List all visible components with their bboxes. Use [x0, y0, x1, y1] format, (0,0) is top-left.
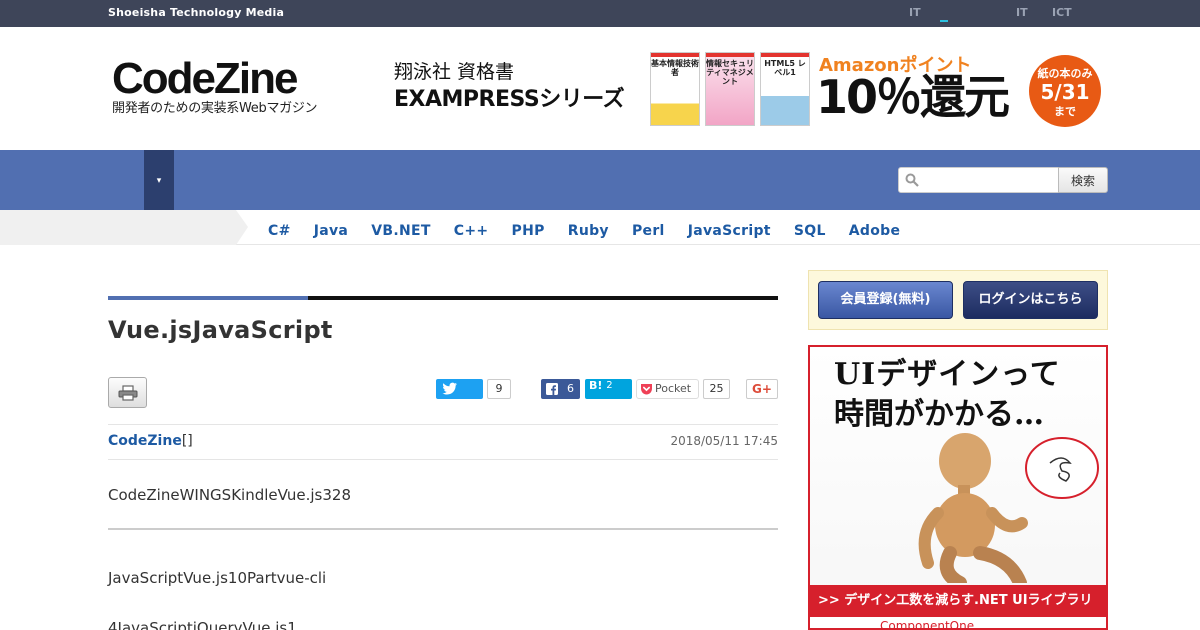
- category-nav-arrow: [236, 210, 248, 245]
- article-title: Vue.jsJavaScript: [108, 316, 333, 344]
- logo-tagline: 開発者のための実装系Webマガジン: [112, 101, 318, 116]
- printer-icon: [118, 385, 138, 401]
- banner-badge: 紙の本のみ 5/31 まで: [1029, 55, 1101, 127]
- header-ad-banner[interactable]: 翔泳社 資格書 EXAMPRESSシリーズ 基本情報技術者 情報セキュリティマネ…: [392, 49, 1104, 129]
- article-paragraph: JavaScriptVue.js10Partvue-cli: [108, 569, 327, 587]
- pocket-label: Pocket: [655, 382, 692, 395]
- hatena-count: 2: [606, 380, 613, 391]
- category-link-adobe[interactable]: Adobe: [849, 223, 901, 239]
- publish-date: 2018/05/11 17:45: [670, 434, 778, 448]
- hatena-bookmark-button[interactable]: B! 2: [585, 379, 632, 399]
- article-top-rule: [108, 296, 778, 300]
- article-meta: CodeZine[] 2018/05/11 17:45: [108, 424, 778, 460]
- category-link-vbnet[interactable]: VB.NET: [371, 223, 430, 239]
- hatena-icon: B!: [589, 379, 603, 392]
- topbar-link-ict[interactable]: ICT: [1052, 6, 1072, 19]
- category-link-cpp[interactable]: C++: [454, 223, 489, 239]
- article-lead: CodeZineWINGSKindleVue.js328: [108, 486, 351, 504]
- search-icon: [905, 173, 919, 187]
- banner-percent: 10％還元: [816, 70, 1010, 124]
- facebook-share-count: 6: [567, 382, 574, 395]
- ad-footer-brand: ComponentOne: [810, 617, 1106, 628]
- banner-series: EXAMPRESSシリーズ: [394, 87, 625, 112]
- pocket-button[interactable]: Pocket: [636, 379, 699, 399]
- google-plus-button[interactable]: G+: [746, 379, 778, 399]
- site-logo[interactable]: CodeZine 開発者のための実装系Webマガジン: [112, 57, 342, 117]
- topbar-link-it-2[interactable]: IT: [1016, 6, 1028, 19]
- publisher-brand-link[interactable]: Shoeisha Technology Media: [108, 6, 284, 19]
- register-button[interactable]: 会員登録(無料): [818, 281, 953, 319]
- print-button[interactable]: [108, 377, 147, 408]
- category-link-csharp[interactable]: C#: [268, 223, 291, 239]
- category-link-sql[interactable]: SQL: [794, 223, 826, 239]
- lead-divider: [108, 528, 778, 530]
- book-cover-3: HTML5 レベル1: [760, 52, 810, 126]
- category-link-perl[interactable]: Perl: [632, 223, 665, 239]
- member-box: 会員登録(無料) ログインはこちら: [808, 270, 1108, 330]
- category-nav: C# Java VB.NET C++ PHP Ruby Perl JavaScr…: [0, 210, 1200, 245]
- category-link-php[interactable]: PHP: [512, 223, 545, 239]
- book-cover-2: 情報セキュリティマネジメント: [705, 52, 755, 126]
- category-link-javascript[interactable]: JavaScript: [688, 223, 771, 239]
- pocket-icon: [641, 384, 652, 395]
- category-link-ruby[interactable]: Ruby: [568, 223, 609, 239]
- search-input[interactable]: [898, 167, 1059, 193]
- category-nav-spacer: [0, 210, 236, 245]
- site-header: CodeZine 開発者のための実装系Webマガジン 翔泳社 資格書 EXAMP…: [0, 27, 1200, 150]
- banner-publisher: 翔泳社 資格書: [394, 61, 515, 83]
- ad-headline-2: 時間がかかる…: [834, 397, 1044, 432]
- menu-toggle-button[interactable]: ▾: [144, 150, 174, 210]
- article-author: CodeZine[]: [108, 433, 193, 449]
- twitter-share-button[interactable]: [436, 379, 483, 399]
- facebook-share-button[interactable]: [541, 379, 580, 399]
- pocket-count: 25: [703, 379, 730, 399]
- author-link[interactable]: CodeZine: [108, 433, 182, 449]
- facebook-icon: [546, 383, 558, 395]
- twitter-icon: [442, 382, 457, 395]
- main-nav-bar: ▾ 検索: [0, 150, 1200, 210]
- article-paragraph: 4JavaScriptjQueryVue.js1: [108, 619, 297, 630]
- twitter-share-count: 9: [487, 379, 511, 399]
- author-suffix: []: [181, 433, 193, 449]
- topbar-link-it[interactable]: IT: [909, 6, 921, 19]
- top-bar: Shoeisha Technology Media IT IT ICT: [0, 0, 1200, 27]
- site-search: 検索: [898, 167, 1108, 193]
- search-button[interactable]: 検索: [1058, 167, 1108, 193]
- logo-wordmark: CodeZine: [112, 54, 298, 103]
- ad-headline-1: UIデザインって: [834, 357, 1061, 392]
- login-button[interactable]: ログインはこちら: [963, 281, 1098, 319]
- sidebar-ad[interactable]: UIデザインって 時間がかかる… >> デザイン工数を減らす.NET UIライブ…: [808, 345, 1108, 630]
- topbar-active-indicator: [940, 20, 948, 22]
- ad-strip: >> デザイン工数を減らす.NET UIライブラリ: [810, 585, 1106, 617]
- book-cover-1: 基本情報技術者: [650, 52, 700, 126]
- category-link-java[interactable]: Java: [314, 223, 348, 239]
- mannequin-illustration: [918, 433, 1099, 583]
